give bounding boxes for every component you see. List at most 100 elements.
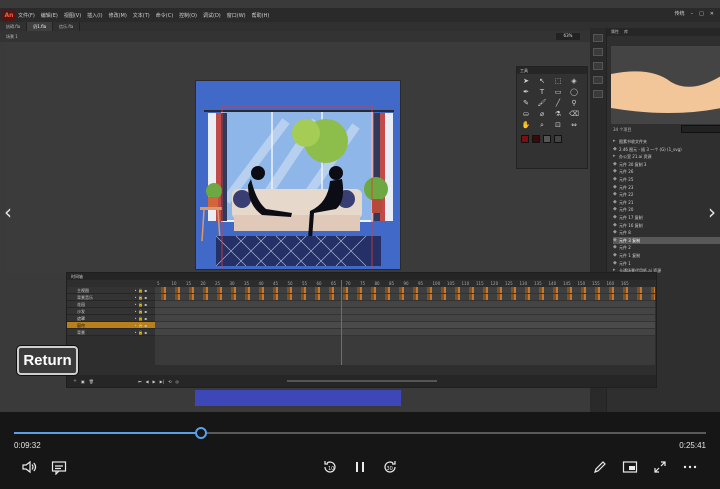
frame-row[interactable]	[155, 315, 655, 322]
bone-tool-icon[interactable]: ⚲	[569, 99, 579, 108]
fill-color-swatch[interactable]	[532, 135, 540, 143]
library-item[interactable]: ▸ 办公室 21.ai 资源	[613, 153, 720, 161]
library-item[interactable]: ◆ 2.46 图元 - 插 3 一个 (G) (1_svg)	[613, 146, 720, 154]
pause-icon[interactable]	[349, 456, 371, 478]
camera-tool-icon[interactable]: ⊡	[553, 121, 563, 130]
text-tool-icon[interactable]: T	[537, 88, 547, 97]
step-forward-icon[interactable]: ▶|	[160, 379, 164, 384]
menu-window[interactable]: 窗口(W)	[227, 12, 246, 19]
library-item[interactable]: ◆ 元件 8	[613, 229, 720, 237]
visibility-icon[interactable]: • 🔒 ▪	[134, 322, 147, 329]
library-item[interactable]: ◆ 元件 16 复制	[613, 222, 720, 230]
library-item[interactable]: ◆ 元件 23	[613, 184, 720, 192]
library-item[interactable]: ◆ 元件 3 复制	[613, 236, 720, 245]
align-icon[interactable]	[593, 62, 603, 70]
layer-row[interactable]: 背景音乐 • 🔒 ▪	[67, 294, 155, 301]
tab-properties[interactable]: 属性	[611, 28, 619, 36]
visibility-icon[interactable]: • 🔒 ▪	[134, 315, 147, 322]
frame-ruler[interactable]: 5 10 15 20 25 30 35 40 45 50 55 60 65 70 75 80 85 90 95 100…	[155, 280, 655, 287]
library-item[interactable]: ◆ 元件 2	[613, 244, 720, 252]
library-search-input[interactable]	[681, 125, 720, 133]
visibility-icon[interactable]: • 🔒 ▪	[134, 329, 147, 336]
library-item[interactable]: ◆ 元件 25	[613, 176, 720, 184]
rectangle-tool-icon[interactable]: ▭	[553, 88, 563, 97]
frame-row[interactable]	[155, 287, 655, 294]
frame-row[interactable]	[155, 329, 655, 336]
return-button[interactable]: Return	[17, 346, 78, 375]
playhead[interactable]	[341, 280, 342, 365]
pencil-tool-icon[interactable]: ✎	[521, 99, 531, 108]
scene-label[interactable]: 场景 1	[6, 34, 18, 40]
play-icon[interactable]: ▶	[153, 379, 156, 384]
swatches-icon[interactable]	[593, 90, 603, 98]
selection-tool-icon[interactable]: ➤	[521, 77, 531, 86]
swap-colors-icon[interactable]	[543, 135, 551, 143]
go-to-first-frame-icon[interactable]: ⏮	[138, 379, 142, 384]
menu-edit[interactable]: 编辑(E)	[41, 12, 58, 19]
chevron-left-icon[interactable]: ‹	[4, 200, 12, 224]
library-item[interactable]: ◆ 元件 26	[613, 168, 720, 176]
library-item[interactable]: ◆ 元件 1 复制	[613, 252, 720, 260]
minimize-icon[interactable]: –	[691, 11, 694, 17]
no-color-icon[interactable]	[554, 135, 562, 143]
seek-bar-thumb[interactable]	[194, 427, 207, 439]
doc-tab-2[interactable]: 仍1.fla	[27, 22, 54, 31]
subselection-tool-icon[interactable]: ↖	[537, 77, 547, 86]
frame-grid[interactable]: 5 10 15 20 25 30 35 40 45 50 55 60 65 70 75 80 85 90 95 100…	[155, 280, 655, 365]
library-item[interactable]: ▸ 图素书收文件夹	[613, 138, 720, 146]
color-icon[interactable]	[593, 76, 603, 84]
zoom-tool-icon[interactable]: ⌕	[537, 121, 547, 130]
menu-help[interactable]: 帮助(H)	[252, 12, 270, 19]
loop-icon[interactable]: ⟲	[168, 379, 171, 384]
chevron-right-icon[interactable]: ›	[708, 200, 716, 224]
more-options-icon[interactable]	[679, 456, 701, 478]
doc-tab-3[interactable]: 信乐.fla	[53, 22, 81, 31]
layer-row[interactable]: 花园 • 🔒 ▪	[67, 301, 155, 308]
hand-tool-icon[interactable]: ✋	[521, 121, 531, 130]
close-icon[interactable]: ✕	[710, 11, 714, 17]
frame-row[interactable]	[155, 294, 655, 301]
doc-tab-1[interactable]: 妨碍.fla	[0, 22, 28, 31]
layer-row[interactable]: 沙发 • 🔒 ▪	[67, 308, 155, 315]
zoom-select[interactable]: 63%	[556, 33, 580, 40]
visibility-icon[interactable]: • 🔒 ▪	[134, 308, 147, 315]
ink-bottle-tool-icon[interactable]: ⌀	[537, 110, 547, 119]
new-folder-icon[interactable]: ▣	[81, 379, 85, 384]
mini-view-icon[interactable]	[619, 456, 641, 478]
library-item[interactable]: ◆ 元件 1	[613, 260, 720, 268]
menu-debug[interactable]: 调试(D)	[203, 12, 221, 19]
brush-tool-icon[interactable]: 🖌	[537, 99, 547, 108]
maximize-icon[interactable]: □	[699, 11, 704, 17]
oval-tool-icon[interactable]: ◯	[569, 88, 579, 97]
tab-library[interactable]: 库	[624, 28, 628, 36]
delete-layer-icon[interactable]: 🗑	[89, 379, 94, 384]
seek-bar[interactable]	[14, 427, 706, 439]
subtitles-icon[interactable]	[48, 456, 70, 478]
frame-row[interactable]	[155, 322, 655, 329]
new-layer-icon[interactable]: ＋	[73, 378, 77, 384]
skip-back-10-icon[interactable]: 10	[319, 456, 341, 478]
layer-row[interactable]: 主视图 • 🔒 ▪	[67, 287, 155, 294]
pen-tool-icon[interactable]: ✒	[521, 88, 531, 97]
menu-insert[interactable]: 插入(I)	[87, 12, 102, 19]
visibility-icon[interactable]: • 🔒 ▪	[134, 287, 147, 294]
layer-row[interactable]: 遮罩 • 🔒 ▪	[67, 315, 155, 322]
menu-file[interactable]: 文件(F)	[18, 12, 35, 19]
timeline-zoom-slider[interactable]	[287, 380, 437, 382]
stage-canvas[interactable]	[195, 80, 401, 270]
step-back-icon[interactable]: ◀	[145, 379, 148, 384]
layer-row[interactable]: 窗帘 • 🔒 ▪	[67, 322, 155, 329]
library-icon[interactable]	[593, 48, 603, 56]
workspace-switcher[interactable]: 传统	[675, 10, 685, 17]
properties-icon[interactable]	[593, 34, 603, 42]
menu-view[interactable]: 视图(V)	[64, 12, 81, 19]
menu-text[interactable]: 文本(T)	[133, 12, 150, 19]
paint-bucket-tool-icon[interactable]: ⛀	[521, 110, 531, 119]
fullscreen-icon[interactable]	[649, 456, 671, 478]
library-item[interactable]: ◆ 元件 21	[613, 199, 720, 207]
library-item[interactable]: ◆ 元件 22	[613, 191, 720, 199]
volume-icon[interactable]	[18, 456, 40, 478]
menu-control[interactable]: 控制(O)	[179, 12, 197, 19]
layer-row[interactable]: 背景 • 🔒 ▪	[67, 329, 155, 336]
onion-skin-icon[interactable]: ◎	[175, 379, 179, 384]
